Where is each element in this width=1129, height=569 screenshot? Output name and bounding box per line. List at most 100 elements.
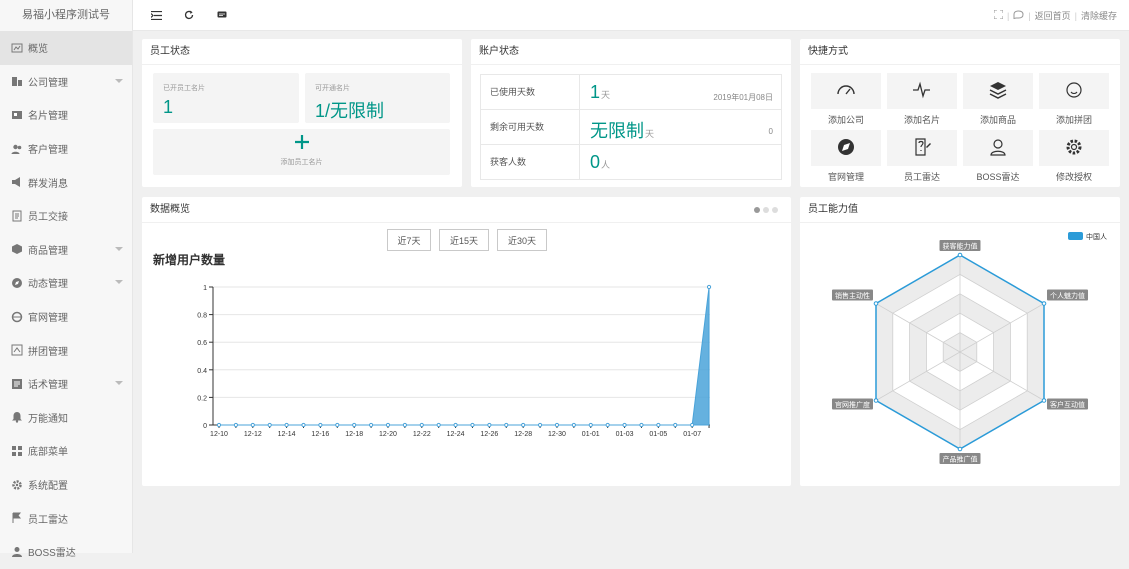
sidebar-item-6[interactable]: 员工交接 bbox=[0, 199, 132, 233]
opened-cards-label: 已开员工名片 bbox=[163, 85, 205, 92]
data-point bbox=[690, 422, 695, 428]
account-row-label: 剩余可用天数 bbox=[481, 110, 580, 144]
sidebar-item-8[interactable]: 动态管理 bbox=[0, 266, 132, 300]
fullscreen-icon[interactable] bbox=[993, 9, 1004, 21]
bell-icon bbox=[11, 411, 23, 424]
sidebar-item-label: 名片管理 bbox=[28, 111, 68, 123]
company-icon bbox=[11, 75, 23, 87]
radar-indicator-label: 官网推广度 bbox=[835, 400, 870, 409]
account-row-value: 1天 bbox=[590, 82, 610, 103]
card-icon bbox=[11, 109, 23, 121]
sidebar: 易福小程序测试号 概览 公司管理 名片管理 客户管理 群发消息 员工交接 商品管理 动态管理官… bbox=[0, 0, 133, 559]
shortcut-8-button[interactable] bbox=[1039, 130, 1109, 166]
theme-icon[interactable] bbox=[1013, 10, 1024, 21]
x-tick-label: 12-14 bbox=[278, 431, 296, 438]
shortcut-4-button[interactable] bbox=[1039, 73, 1109, 109]
account-row-label: 已使用天数 bbox=[481, 75, 580, 109]
data-point bbox=[385, 422, 391, 428]
plus-icon bbox=[294, 134, 310, 153]
data-point bbox=[318, 422, 323, 428]
megaphone-icon bbox=[11, 176, 23, 188]
account-value-unit: 人 bbox=[601, 160, 611, 170]
account-row-value-cell: 0人 bbox=[580, 145, 781, 180]
radar-point bbox=[1041, 398, 1047, 403]
sidebar-item-label: 客户管理 bbox=[28, 145, 68, 157]
home-link[interactable]: 返回首页 bbox=[1035, 9, 1071, 22]
compass-icon bbox=[836, 137, 856, 160]
data-point bbox=[352, 422, 357, 428]
sidebar-item-13[interactable]: 底部菜单 bbox=[0, 434, 132, 468]
data-point bbox=[521, 422, 526, 428]
data-point bbox=[605, 422, 610, 428]
shortcut-3-button[interactable] bbox=[963, 73, 1033, 109]
data-point bbox=[588, 422, 593, 428]
data-point bbox=[656, 422, 661, 428]
data-point bbox=[554, 422, 560, 428]
sidebar-item-4[interactable]: 客户管理 bbox=[0, 132, 132, 166]
data-point bbox=[504, 422, 509, 428]
shortcut-7-button[interactable] bbox=[963, 130, 1033, 166]
staff-status-card: 员工状态 已开员工名片 1 可开通名片 1/无限制 添加员工名片 bbox=[142, 39, 462, 187]
web-icon bbox=[11, 311, 23, 323]
gauge-icon bbox=[836, 80, 856, 103]
sidebar-item-5[interactable]: 群发消息 bbox=[0, 165, 132, 199]
gear-icon bbox=[1064, 137, 1084, 160]
sidebar-item-3[interactable]: 名片管理 bbox=[0, 98, 132, 132]
sidebar-item-2[interactable]: 公司管理 bbox=[0, 65, 132, 99]
shortcut-label[interactable]: 员工雷达 bbox=[887, 170, 957, 183]
legend-label[interactable]: 中国人 bbox=[1086, 232, 1107, 241]
sidebar-item-label: 官网管理 bbox=[28, 313, 68, 325]
data-point bbox=[216, 422, 222, 428]
refresh-icon[interactable] bbox=[182, 8, 196, 22]
radar-point bbox=[957, 252, 963, 258]
data-point bbox=[470, 422, 475, 428]
sidebar-item-10[interactable]: 拼团管理 bbox=[0, 333, 132, 367]
add-staff-card-button[interactable]: 添加员工名片 bbox=[153, 129, 450, 175]
sidebar-item-11[interactable]: 话术管理 bbox=[0, 367, 132, 401]
staff-status-title: 员工状态 bbox=[142, 39, 462, 65]
shortcut-6-button[interactable] bbox=[887, 130, 957, 166]
sidebar-item-12[interactable]: 万能通知 bbox=[0, 401, 132, 435]
shortcut-2-button[interactable] bbox=[887, 73, 957, 109]
sidebar-item-1[interactable]: 概览 bbox=[0, 31, 132, 65]
shortcut-label[interactable]: 添加拼团 bbox=[1039, 113, 1109, 126]
shortcut-label[interactable]: 添加商品 bbox=[963, 113, 1033, 126]
data-point bbox=[284, 422, 289, 428]
chevron-down-icon bbox=[115, 246, 123, 251]
account-row: 剩余可用天数 无限制天 0 bbox=[481, 110, 781, 145]
shortcut-1-button[interactable] bbox=[811, 73, 881, 109]
sidebar-item-7[interactable]: 商品管理 bbox=[0, 233, 132, 267]
x-tick-label: 12-28 bbox=[514, 431, 532, 438]
shortcut-label[interactable]: 添加名片 bbox=[887, 113, 957, 126]
x-tick-label: 12-18 bbox=[345, 431, 363, 438]
message-icon[interactable] bbox=[215, 8, 229, 22]
sidebar-item-9[interactable]: 官网管理 bbox=[0, 300, 132, 334]
new-users-chart: 新增用户数量 0 0.2 0.4 0.6 0.8 1 12-10 12-12 12-14 12-16… bbox=[153, 252, 712, 438]
account-value-number: 1 bbox=[590, 82, 601, 102]
data-point bbox=[335, 422, 340, 428]
shortcut-label[interactable]: 官网管理 bbox=[811, 170, 881, 183]
add-staff-card-label: 添加员工名片 bbox=[280, 159, 323, 166]
data-point bbox=[673, 422, 678, 428]
shortcut-label[interactable]: 修改授权 bbox=[1039, 170, 1109, 183]
x-tick-label: 12-24 bbox=[447, 431, 465, 438]
data-point bbox=[402, 422, 407, 428]
sidebar-item-label: 商品管理 bbox=[28, 245, 68, 257]
radar-indicator-label: 获客能力值 bbox=[943, 242, 978, 251]
radar-indicator-label: 产品推广值 bbox=[943, 455, 978, 464]
shortcut-label[interactable]: BOSS雷达 bbox=[963, 170, 1033, 183]
shortcut-5-button[interactable] bbox=[811, 130, 881, 166]
shortcut-label[interactable]: 添加公司 bbox=[811, 113, 881, 126]
sidebar-item-15[interactable]: 员工雷达 bbox=[0, 501, 132, 535]
legend-swatch[interactable] bbox=[1068, 232, 1083, 240]
chart-title: 新增用户数量 bbox=[153, 252, 225, 267]
chevron-down-icon bbox=[115, 280, 123, 285]
account-value-unit: 天 bbox=[601, 90, 611, 100]
sidebar-item-label: 动态管理 bbox=[28, 279, 68, 291]
sidebar-item-16[interactable]: BOSS雷达 bbox=[0, 535, 132, 569]
sidebar-item-14[interactable]: 系统配置 bbox=[0, 468, 132, 502]
radar-point bbox=[873, 301, 879, 306]
y-tick-label: 1 bbox=[203, 285, 207, 292]
clear-cache-link[interactable]: 清除缓存 bbox=[1081, 9, 1117, 22]
menu-toggle-icon[interactable] bbox=[149, 8, 163, 22]
